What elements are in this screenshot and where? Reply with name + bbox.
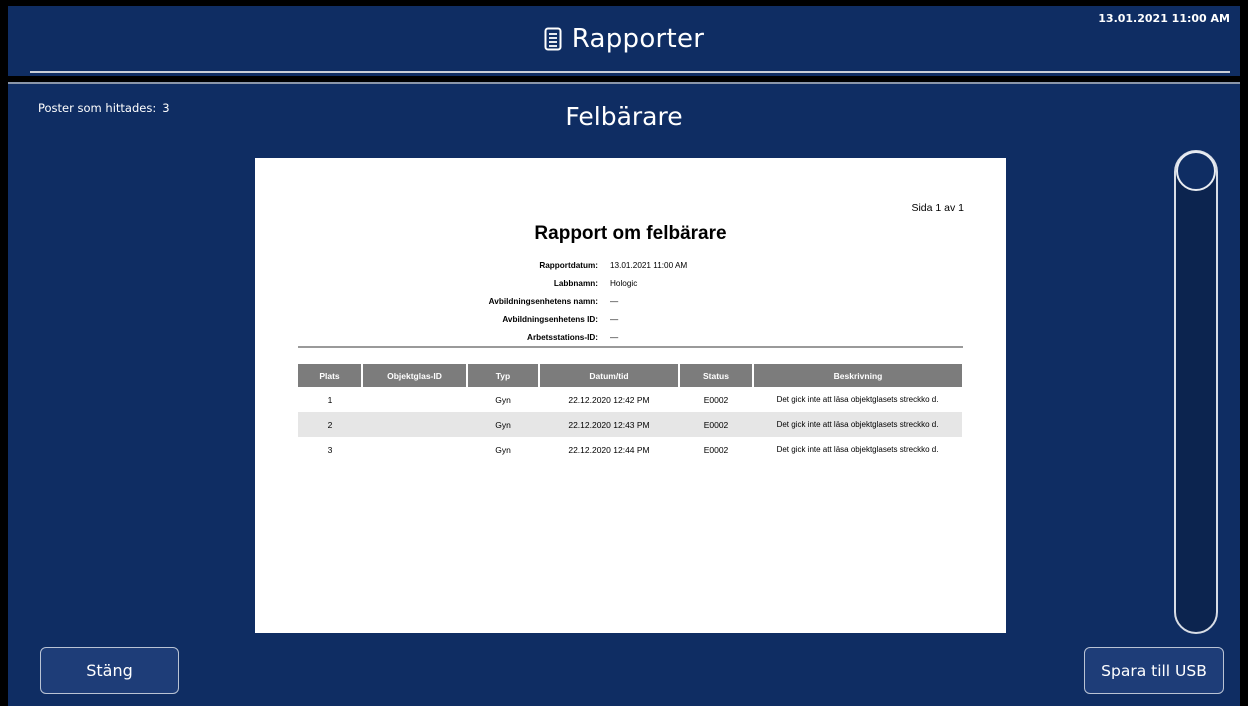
cell-status: E0002 bbox=[703, 444, 729, 455]
cell-slide-id bbox=[362, 387, 467, 412]
meta-label: Avbildningsenhetens namn: bbox=[488, 297, 598, 306]
cell-type: Gyn bbox=[495, 394, 511, 405]
page-indicator: Sida 1 av 1 bbox=[911, 202, 964, 214]
meta-label: Avbildningsenhetens ID: bbox=[502, 315, 598, 324]
document-icon bbox=[544, 27, 562, 58]
column-header: Status bbox=[678, 364, 753, 387]
meta-label: Rapportdatum: bbox=[539, 261, 598, 270]
report-title: Rapport om felbärare bbox=[534, 223, 727, 244]
close-button[interactable]: Stäng bbox=[40, 647, 179, 694]
report-preview[interactable]: Sida 1 av 1 Rapport om felbärare Rapport… bbox=[255, 158, 1006, 633]
meta-value: — bbox=[610, 333, 619, 342]
meta-label: Arbetsstations-ID: bbox=[527, 333, 598, 342]
column-header: Typ bbox=[466, 364, 539, 387]
table-row: 2 Gyn 22.12.2020 12:43 PM E0002 Det gick… bbox=[298, 412, 962, 437]
cell-description: Det gick inte att läsa objektglasets str… bbox=[753, 412, 962, 437]
meta-row-imager-id: Avbildningsenhetens ID: — bbox=[255, 315, 1006, 333]
datetime-display: 13.01.2021 11:00 AM bbox=[1098, 12, 1230, 25]
cell-slide-id bbox=[362, 412, 467, 437]
column-header: Datum/tid bbox=[538, 364, 679, 387]
cell-type: Gyn bbox=[467, 412, 539, 437]
column-header: Plats bbox=[298, 364, 362, 387]
header-divider bbox=[30, 71, 1230, 73]
meta-value: — bbox=[610, 315, 619, 324]
cell-slide-id bbox=[362, 437, 467, 462]
main-panel: Poster som hittades: 3 Felbärare Sida 1 a… bbox=[8, 82, 1240, 706]
top-bar: Rapporter 13.01.2021 11:00 AM bbox=[8, 6, 1240, 76]
cell-description: Det gick inte att läsa objektglasets str… bbox=[776, 394, 939, 404]
meta-row-report-date: Rapportdatum: 13.01.2021 11:00 AM bbox=[255, 261, 1006, 279]
scrollbar-thumb[interactable] bbox=[1176, 151, 1216, 191]
cell-description: Det gick inte att läsa objektglasets str… bbox=[776, 444, 939, 454]
page-title: Rapporter bbox=[8, 24, 1240, 58]
cell-datetime: 22.12.2020 12:44 PM bbox=[568, 444, 650, 455]
report-meta: Rapportdatum: 13.01.2021 11:00 AM Labbnam… bbox=[255, 261, 1006, 351]
report-divider bbox=[298, 346, 963, 348]
cell-plats: 2 bbox=[298, 412, 362, 437]
meta-row-workstation-id: Arbetsstations-ID: — bbox=[255, 333, 1006, 351]
meta-value: 13.01.2021 11:00 AM bbox=[610, 261, 688, 270]
table-header-row: Plats Objektglas-ID Typ Datum/tid Status… bbox=[298, 364, 962, 387]
report-heading: Felbärare bbox=[565, 102, 683, 131]
page-title-text: Rapporter bbox=[571, 24, 705, 54]
cell-type: Gyn bbox=[495, 444, 511, 455]
meta-value: — bbox=[610, 297, 619, 306]
scrollbar-track[interactable] bbox=[1174, 150, 1218, 634]
cell-plats: 1 bbox=[327, 394, 333, 405]
meta-row-imager-name: Avbildningsenhetens namn: — bbox=[255, 297, 1006, 315]
error-table: Plats Objektglas-ID Typ Datum/tid Status… bbox=[298, 364, 962, 462]
cell-plats: 3 bbox=[327, 444, 333, 455]
meta-value: Hologic bbox=[610, 279, 638, 288]
meta-row-lab-name: Labbnamn: Hologic bbox=[255, 279, 1006, 297]
cell-datetime: 22.12.2020 12:43 PM bbox=[539, 412, 679, 437]
table-row: 3 Gyn 22.12.2020 12:44 PM E0002 Det gick… bbox=[298, 437, 962, 462]
cell-status: E0002 bbox=[679, 412, 753, 437]
cell-status: E0002 bbox=[703, 394, 729, 405]
cell-datetime: 22.12.2020 12:42 PM bbox=[568, 394, 650, 405]
table-row: 1 Gyn 22.12.2020 12:42 PM E0002 Det gick… bbox=[298, 387, 962, 412]
column-header: Beskrivning bbox=[752, 364, 962, 387]
column-header: Objektglas-ID bbox=[361, 364, 467, 387]
save-to-usb-button[interactable]: Spara till USB bbox=[1084, 647, 1224, 694]
meta-label: Labbnamn: bbox=[553, 279, 598, 288]
